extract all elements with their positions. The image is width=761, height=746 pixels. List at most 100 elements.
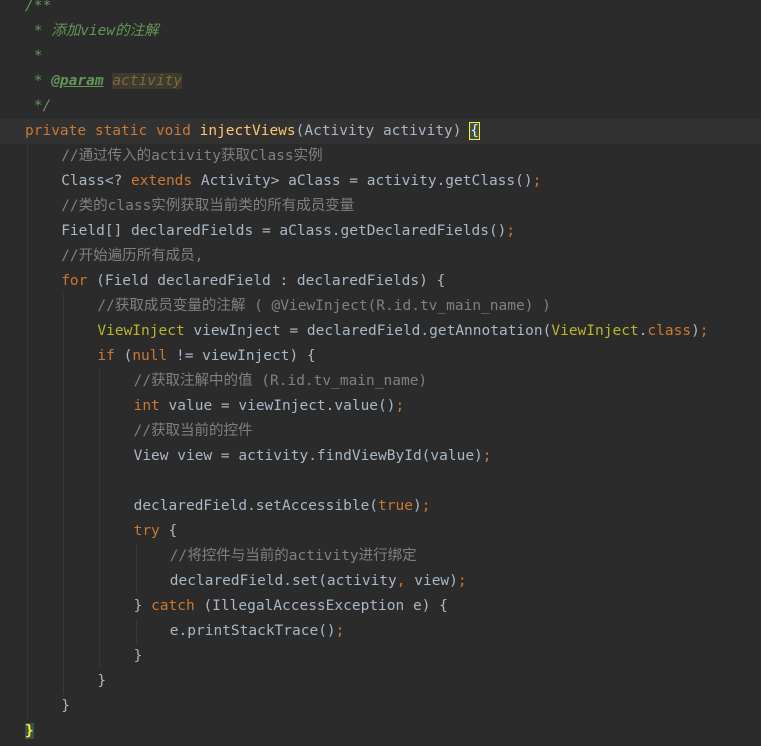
code-line[interactable]: try { [0,519,761,544]
code-editor[interactable]: /** * 添加view的注解 * * @param activity */ pr… [0,0,761,746]
indent-guide [27,594,28,619]
code-token: ; [699,323,709,339]
indent-guide [63,319,65,344]
code-line[interactable]: //获取成员变量的注解 ( @ViewInject(R.id.tv_main_n… [0,294,761,319]
code-token: ) [691,323,700,339]
indent-guide [99,419,101,444]
code-line[interactable]: if (null != viewInject) { [0,344,761,369]
code-line[interactable]: } [0,669,761,694]
code-line[interactable]: } [0,719,761,744]
code-token: } [133,648,143,664]
code-line[interactable]: private static void injectViews(Activity… [0,119,761,144]
code-line[interactable]: } [0,694,761,719]
code-token: extends [131,173,193,189]
code-token: //将控件与当前的activity进行绑定 [169,548,417,564]
code-token: catch [151,598,195,614]
code-token: view) [405,573,458,589]
code-token: null [132,348,168,364]
code-token: Activity> aClass = activity.getClass() [192,173,533,189]
code-token: ; [457,573,467,589]
indent-guide [63,394,65,419]
indent-guide [63,344,65,369]
code-token: */ [25,98,52,114]
code-line[interactable]: //开始遍历所有成员, [0,244,761,269]
code-text: //将控件与当前的activity进行绑定 [170,544,417,569]
code-token: //获取成员变量的注解 ( @ViewInject(R.id.tv_main_n… [97,298,551,314]
indent-guide [27,344,28,369]
code-line[interactable] [0,469,761,494]
code-line[interactable]: e.printStackTrace(); [0,619,761,644]
code-text: //获取当前的控件 [134,419,253,444]
code-line[interactable]: //获取注解中的值 (R.id.tv_main_name) [0,369,761,394]
code-token: injectViews [199,123,296,139]
code-token: /** [25,0,52,14]
code-token: Class<? [61,173,132,189]
code-line[interactable]: for (Field declaredField : declaredField… [0,269,761,294]
code-line[interactable]: //将控件与当前的activity进行绑定 [0,544,761,569]
code-line[interactable]: int value = viewInject.value(); [0,394,761,419]
code-line[interactable]: } catch (IllegalAccessException e) { [0,594,761,619]
code-text: //获取成员变量的注解 ( @ViewInject(R.id.tv_main_n… [97,294,551,319]
indent-guide [135,569,137,594]
code-line[interactable]: * @param activity [0,69,761,94]
code-token: } [133,598,152,614]
code-line[interactable]: } [0,644,761,669]
code-line[interactable]: declaredField.set(activity, view); [0,569,761,594]
code-text: for (Field declaredField : declaredField… [61,269,445,294]
code-token: true [378,498,413,514]
code-token: private static void [25,123,200,139]
code-token: != viewInject) { [167,348,316,364]
indent-guide [63,294,65,319]
code-line[interactable]: View view = activity.findViewById(value)… [0,444,761,469]
code-token: for [61,273,88,289]
code-token: @param [51,73,104,89]
code-line[interactable]: //类的class实例获取当前类的所有成员变量 [0,194,761,219]
code-token: ViewInject [97,323,185,339]
code-token: (Activity activity) [295,123,471,139]
code-line[interactable]: */ [0,94,761,119]
code-text: } catch (IllegalAccessException e) { [134,594,448,619]
code-line[interactable]: * 添加view的注解 [0,19,761,44]
indent-guide [99,594,101,619]
code-line[interactable]: //获取当前的控件 [0,419,761,444]
code-line[interactable]: declaredField.setAccessible(true); [0,494,761,519]
code-text: //通过传入的activity获取Class实例 [61,144,322,169]
code-token: //获取当前的控件 [133,423,253,439]
code-token: ; [506,223,516,239]
code-token: declaredField.set(activity [169,573,397,589]
code-line[interactable]: //通过传入的activity获取Class实例 [0,144,761,169]
indent-guide [27,694,28,719]
indent-guide [63,469,65,494]
indent-guide [63,644,65,669]
code-token: View view = activity.findViewById(value) [133,448,483,464]
code-text: private static void injectViews(Activity… [25,119,480,144]
code-text: if (null != viewInject) { [97,344,315,369]
indent-guide [99,394,101,419]
code-token: * 添加view的注解 [25,23,159,39]
code-token: //开始遍历所有成员, [61,248,204,264]
indent-guide [63,619,65,644]
code-text: */ [25,94,51,119]
code-token: viewInject = declaredField.getAnnotation… [184,323,552,339]
code-token: Field[] declaredFields = aClass.getDecla… [61,223,507,239]
indent-guide [63,594,65,619]
code-token: { [469,122,480,140]
indent-guide [27,569,28,594]
code-token: * [25,73,52,89]
code-line[interactable]: ViewInject viewInject = declaredField.ge… [0,319,761,344]
code-line[interactable]: /** [0,0,761,19]
indent-guide [27,644,28,669]
indent-guide [27,244,28,269]
code-token: //通过传入的activity获取Class实例 [61,148,323,164]
code-token: , [396,573,406,589]
code-token: ; [395,398,405,414]
indent-guide [27,519,28,544]
code-line[interactable]: * [0,44,761,69]
code-line[interactable]: Class<? extends Activity> aClass = activ… [0,169,761,194]
indent-guide [27,319,28,344]
indent-guide [99,569,101,594]
code-token: ViewInject [551,323,639,339]
indent-guide [99,494,101,519]
code-line[interactable]: Field[] declaredFields = aClass.getDecla… [0,219,761,244]
code-token: if [97,348,115,364]
